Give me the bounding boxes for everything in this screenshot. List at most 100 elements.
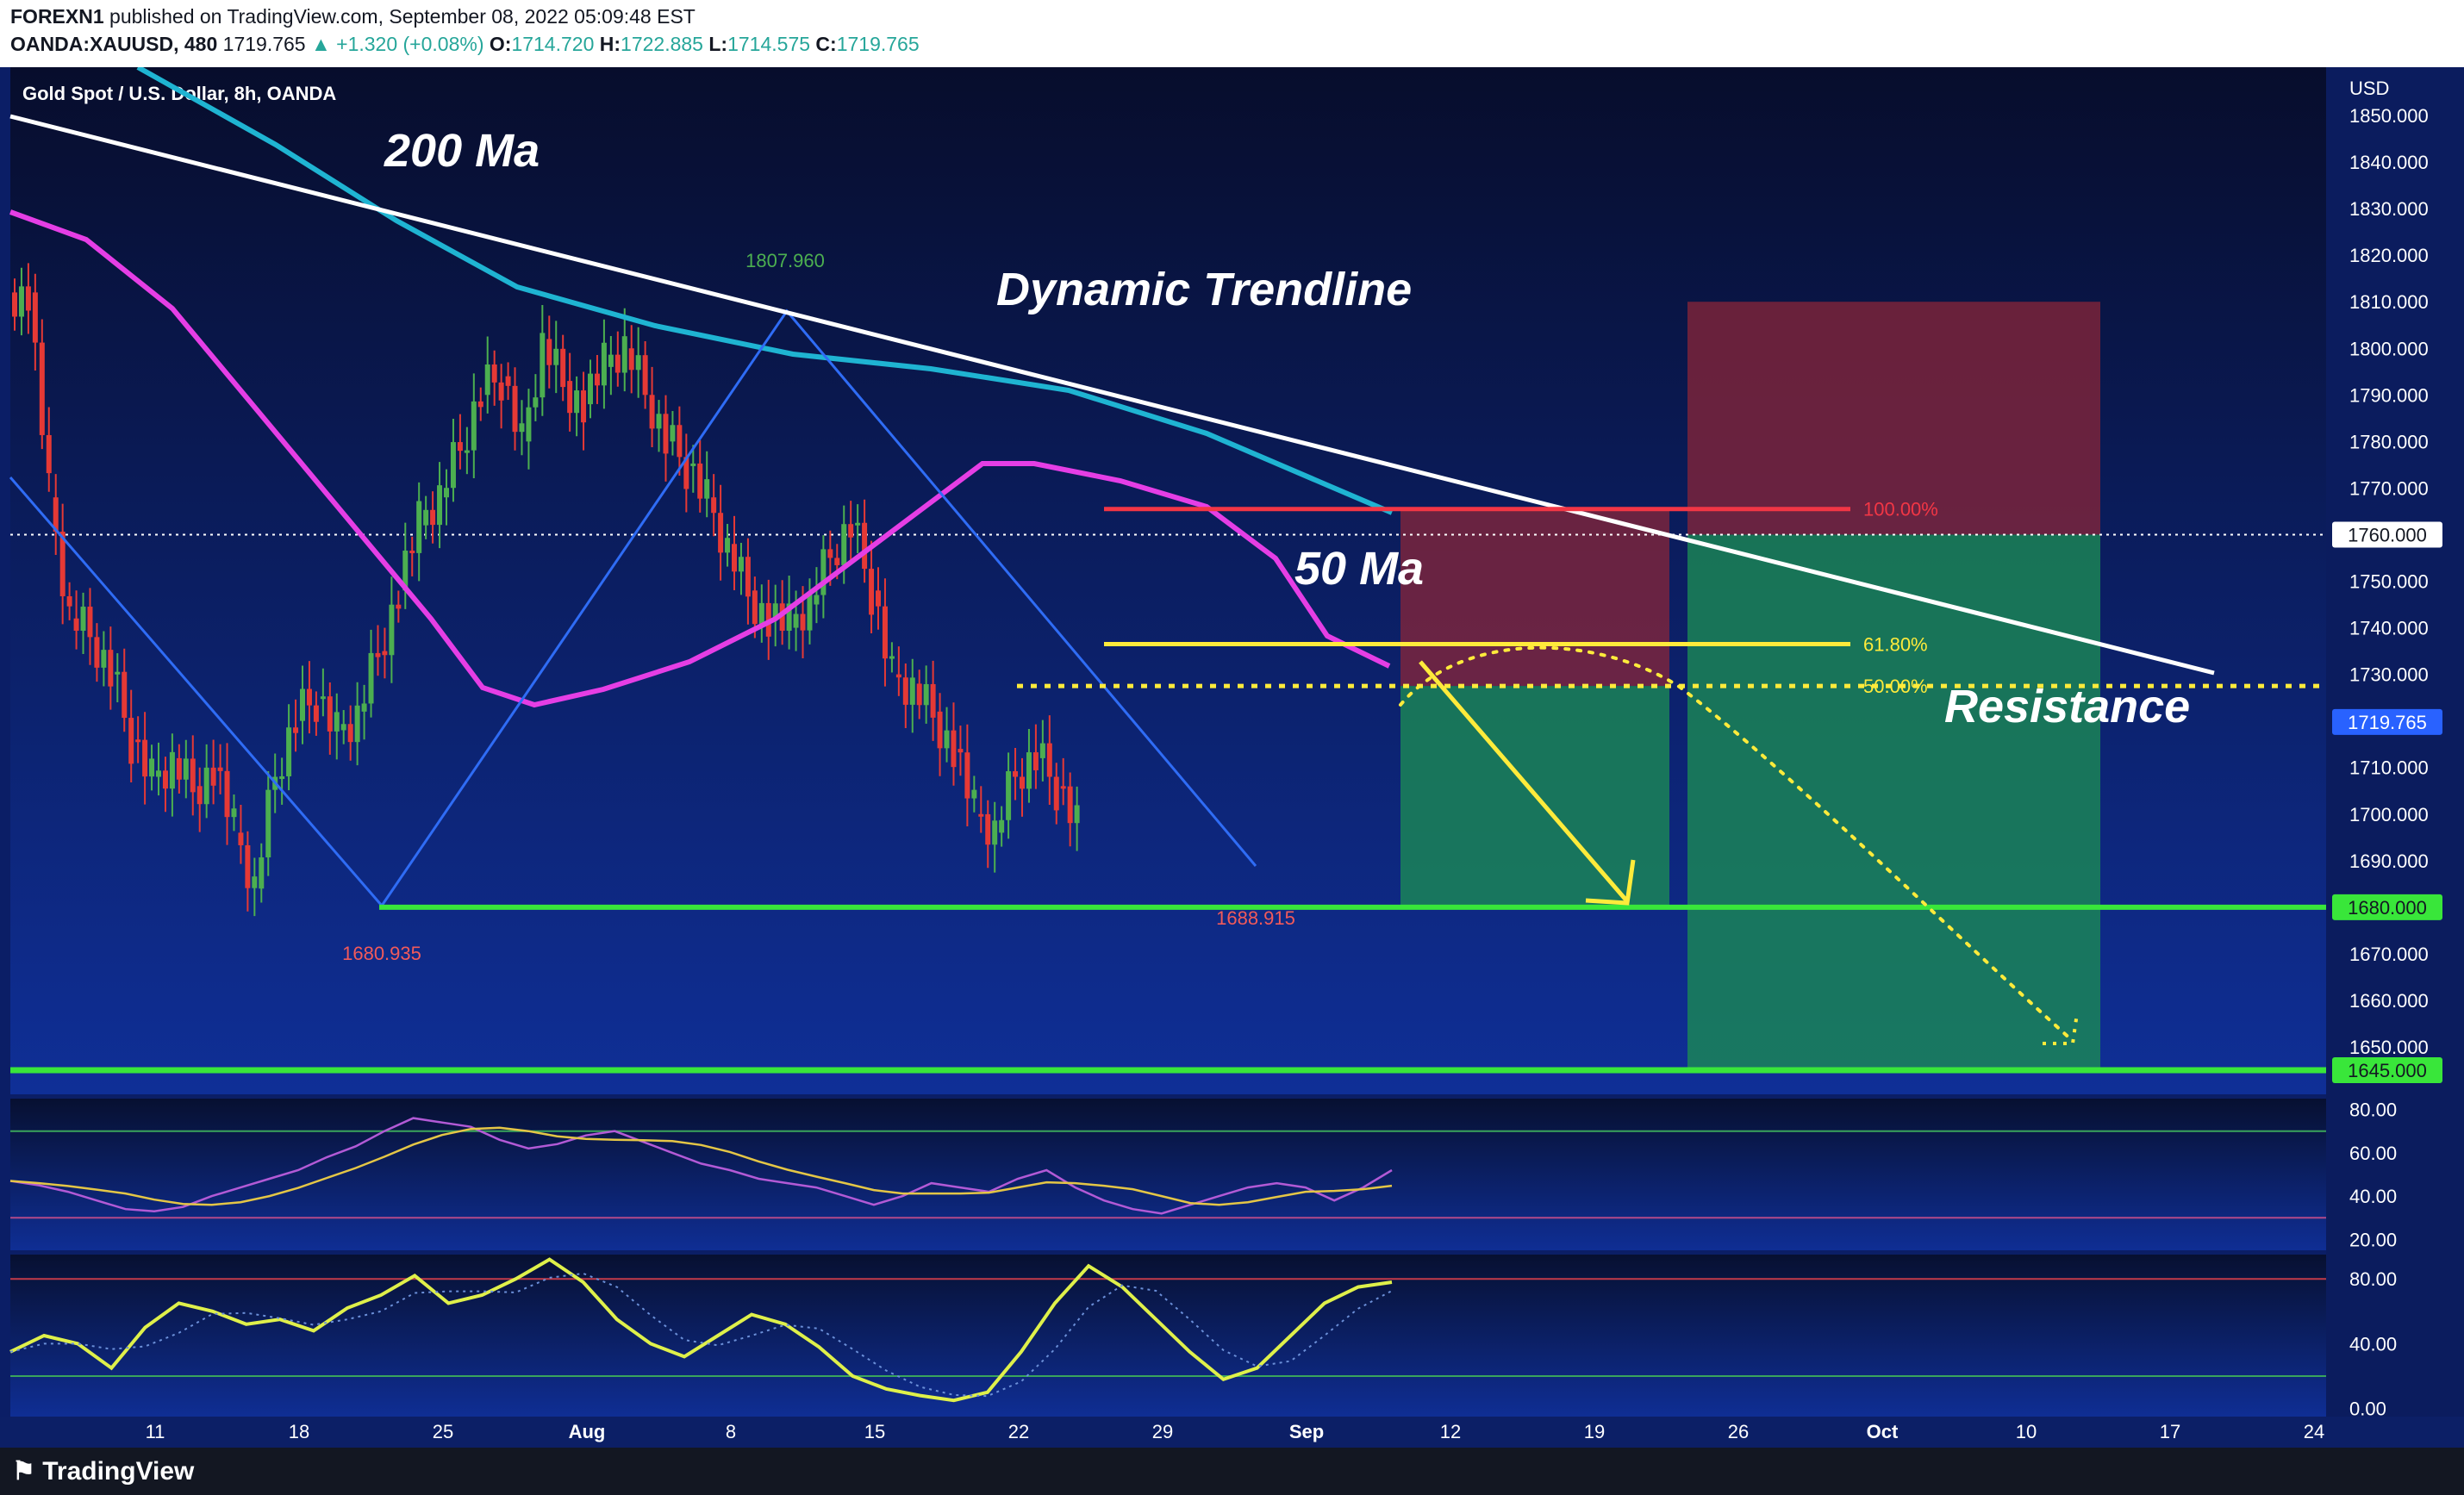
candle[interactable] <box>533 397 539 408</box>
candle[interactable] <box>793 614 799 628</box>
candle[interactable] <box>66 595 72 607</box>
candle[interactable] <box>279 776 285 779</box>
candle[interactable] <box>944 730 950 749</box>
candle[interactable] <box>252 876 258 888</box>
candle[interactable] <box>581 390 587 423</box>
candle[interactable] <box>231 808 237 818</box>
candle[interactable] <box>39 342 45 435</box>
candle[interactable] <box>663 414 669 454</box>
candle[interactable] <box>340 724 346 731</box>
author-name[interactable]: FOREXN1 <box>10 5 104 28</box>
candle[interactable] <box>416 501 422 553</box>
ma50-annotation[interactable]: 50 Ma <box>1294 543 1424 595</box>
candle[interactable] <box>628 348 634 371</box>
chart-canvas[interactable]: Gold Spot / U.S. Dollar, 8h, OANDA USD 1… <box>0 67 2464 1448</box>
candle[interactable] <box>1026 752 1032 789</box>
candle[interactable] <box>464 450 470 453</box>
candle[interactable] <box>971 789 977 799</box>
candle[interactable] <box>409 551 415 554</box>
candle[interactable] <box>12 292 17 317</box>
candle[interactable] <box>190 758 196 793</box>
ma200-annotation[interactable]: 200 Ma <box>384 125 540 177</box>
candle[interactable] <box>745 557 751 597</box>
candle[interactable] <box>444 488 449 498</box>
candle[interactable] <box>916 683 922 706</box>
candle[interactable] <box>498 382 504 401</box>
candle[interactable] <box>300 688 305 721</box>
candle[interactable] <box>101 650 107 668</box>
candle[interactable] <box>1067 786 1073 824</box>
candle[interactable] <box>313 705 319 722</box>
candle[interactable] <box>1032 752 1039 770</box>
candle[interactable] <box>738 557 744 572</box>
candle[interactable] <box>958 749 964 753</box>
tradingview-logo[interactable]: ⚑ TradingView <box>12 1456 194 1486</box>
candle[interactable] <box>80 607 86 631</box>
candle[interactable] <box>526 407 532 442</box>
candle[interactable] <box>293 727 299 733</box>
candle[interactable] <box>382 651 388 656</box>
candle[interactable] <box>540 333 546 398</box>
candle[interactable] <box>697 463 703 499</box>
candle[interactable] <box>320 696 326 700</box>
candle[interactable] <box>149 758 155 777</box>
candle[interactable] <box>135 739 141 743</box>
candle[interactable] <box>1074 805 1080 824</box>
candle[interactable] <box>608 354 614 367</box>
candle[interactable] <box>895 674 901 678</box>
candle[interactable] <box>553 348 559 365</box>
candle[interactable] <box>430 509 436 526</box>
candle[interactable] <box>649 395 655 429</box>
candle[interactable] <box>484 364 490 396</box>
candle[interactable] <box>848 524 854 538</box>
candle[interactable] <box>882 606 888 659</box>
candle[interactable] <box>115 671 121 675</box>
candle[interactable] <box>347 724 353 743</box>
candle[interactable] <box>87 607 93 638</box>
candle[interactable] <box>25 286 31 311</box>
candle[interactable] <box>286 727 292 776</box>
candle[interactable] <box>389 604 395 656</box>
candle[interactable] <box>18 286 24 317</box>
long-target-zone[interactable] <box>1687 534 2100 1071</box>
candle[interactable] <box>334 712 340 732</box>
candle[interactable] <box>265 789 271 858</box>
short-stop-zone[interactable] <box>1400 508 1669 687</box>
candle[interactable] <box>477 401 483 408</box>
candle[interactable] <box>601 342 607 386</box>
candle[interactable] <box>588 373 593 405</box>
candle[interactable] <box>964 752 970 799</box>
candle[interactable] <box>73 618 79 631</box>
candle[interactable] <box>951 730 957 768</box>
candle[interactable] <box>128 718 134 764</box>
candle[interactable] <box>711 497 717 514</box>
candle[interactable] <box>512 385 518 433</box>
candle[interactable] <box>546 339 552 365</box>
candle[interactable] <box>635 355 641 371</box>
candle[interactable] <box>594 373 600 386</box>
candle[interactable] <box>732 544 737 572</box>
candle[interactable] <box>902 677 908 705</box>
candle[interactable] <box>327 696 333 732</box>
candle[interactable] <box>560 348 566 388</box>
candle[interactable] <box>94 637 100 668</box>
candle[interactable] <box>978 813 984 817</box>
candle[interactable] <box>142 739 148 777</box>
candle[interactable] <box>32 292 38 343</box>
candle[interactable] <box>1013 771 1019 777</box>
candle[interactable] <box>814 595 820 605</box>
candle[interactable] <box>820 549 827 595</box>
candle[interactable] <box>574 390 580 414</box>
candle[interactable] <box>196 786 203 805</box>
candle[interactable] <box>396 604 402 609</box>
candle[interactable] <box>937 711 943 749</box>
candle[interactable] <box>183 758 189 780</box>
candle[interactable] <box>834 558 840 565</box>
candle[interactable] <box>519 423 525 433</box>
candle[interactable] <box>423 509 429 526</box>
candle[interactable] <box>1039 743 1045 758</box>
resistance-annotation[interactable]: Resistance <box>1944 681 2190 732</box>
candle[interactable] <box>1006 771 1012 820</box>
candle[interactable] <box>614 354 621 373</box>
candle[interactable] <box>210 767 216 786</box>
